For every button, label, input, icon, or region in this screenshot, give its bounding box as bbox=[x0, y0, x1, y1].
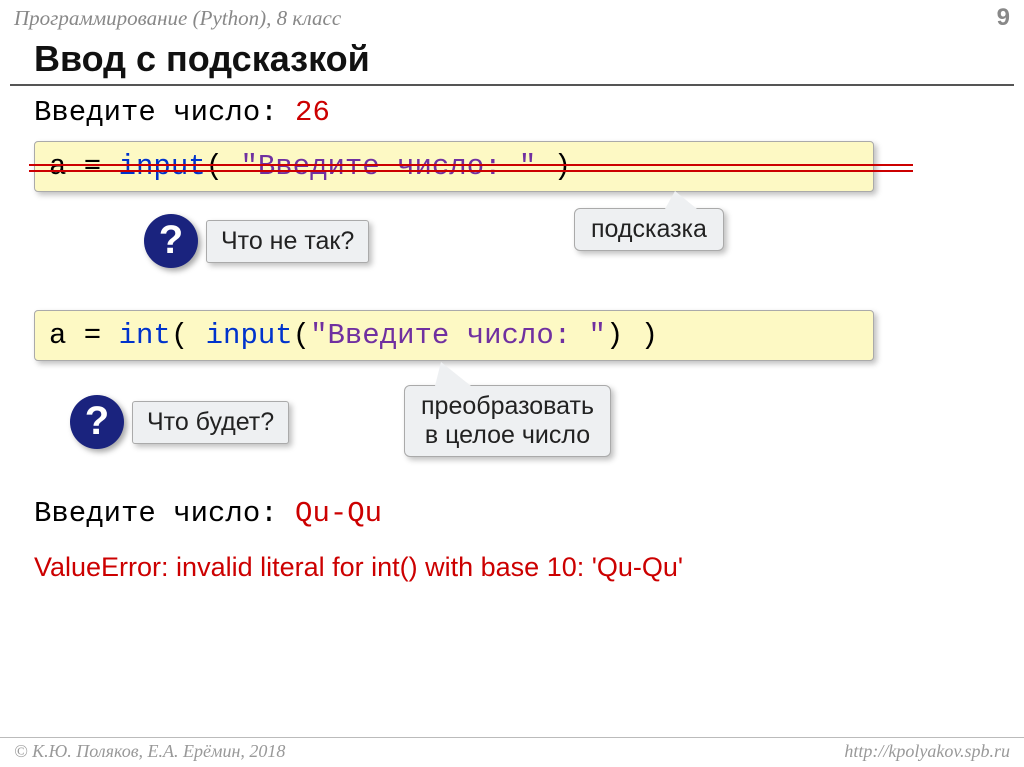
convert-callout: преобразовать в целое число bbox=[404, 385, 611, 457]
prompt2-value: Qu-Qu bbox=[295, 497, 382, 530]
footer: © К.Ю. Поляков, Е.А. Ерёмин, 2018 http:/… bbox=[0, 737, 1024, 767]
code2-open2: ( bbox=[293, 319, 310, 352]
code-box-1: a = input( "Введите число: " ) bbox=[34, 141, 874, 192]
question-icon: ? bbox=[144, 214, 198, 268]
code2-close2: ) bbox=[606, 319, 623, 352]
example-prompt-1: Введите число: 26 bbox=[34, 96, 990, 129]
hint-callout: подсказка bbox=[574, 208, 724, 251]
code2-str: "Введите число: " bbox=[310, 319, 606, 352]
code2-fn-input: input bbox=[206, 319, 293, 352]
footer-left: © К.Ю. Поляков, Е.А. Ерёмин, 2018 bbox=[14, 741, 285, 762]
slide-title: Ввод с подсказкой bbox=[34, 38, 1024, 80]
code-open: ( bbox=[206, 150, 241, 183]
example-prompt-2: Введите число: Qu-Qu bbox=[34, 497, 990, 530]
question-label-2: Что будет? bbox=[132, 401, 289, 444]
code2-fn-int: int bbox=[119, 319, 171, 352]
footer-right: http://kpolyakov.spb.ru bbox=[844, 741, 1010, 762]
code-box-2: a = int( input("Введите число: ") ) bbox=[34, 310, 874, 361]
prompt-value: 26 bbox=[295, 96, 330, 129]
question-icon-2: ? bbox=[70, 395, 124, 449]
question-label-1: Что не так? bbox=[206, 220, 369, 263]
code2-close1: ) bbox=[623, 319, 658, 352]
prompt-text: Введите число: bbox=[34, 96, 295, 129]
code2-lhs: a = bbox=[49, 319, 119, 352]
code-close: ) bbox=[536, 150, 571, 183]
code2-open1: ( bbox=[171, 319, 206, 352]
title-rule bbox=[10, 84, 1014, 86]
code-str: "Введите число: " bbox=[240, 150, 536, 183]
code-lhs: a = bbox=[49, 150, 119, 183]
prompt2-text: Введите число: bbox=[34, 497, 295, 530]
code-fn-input: input bbox=[119, 150, 206, 183]
page-number: 9 bbox=[997, 4, 1010, 32]
error-message: ValueError: invalid literal for int() wi… bbox=[34, 552, 990, 583]
top-bar: Программирование (Python), 8 класс 9 bbox=[0, 0, 1024, 34]
course-title: Программирование (Python), 8 класс bbox=[14, 6, 341, 31]
